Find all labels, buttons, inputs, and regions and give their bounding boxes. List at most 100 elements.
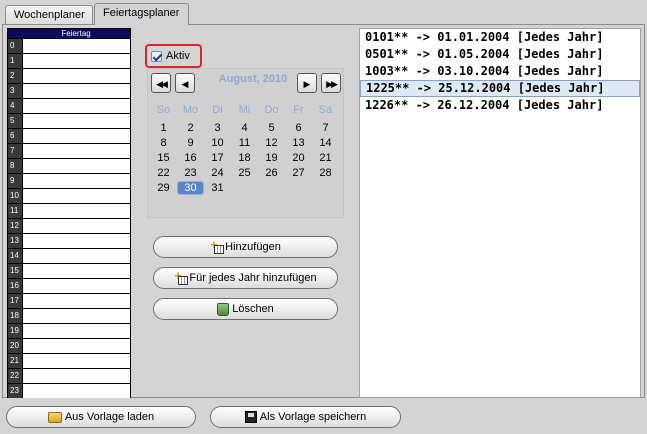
grid-cell[interactable] xyxy=(23,84,130,98)
calendar-day[interactable]: 16 xyxy=(177,152,204,164)
grid-row[interactable]: 22 xyxy=(8,368,130,383)
grid-row[interactable]: 16 xyxy=(8,278,130,293)
grid-row[interactable]: 18 xyxy=(8,308,130,323)
tab-feiertagsplaner[interactable]: Feiertagsplaner xyxy=(94,3,189,25)
calendar-day[interactable]: 15 xyxy=(150,152,177,164)
grid-row[interactable]: 20 xyxy=(8,338,130,353)
grid-cell[interactable] xyxy=(23,384,130,398)
grid-row[interactable]: 8 xyxy=(8,158,130,173)
grid-cell[interactable] xyxy=(23,324,130,338)
nav-prev-button[interactable]: ◀ xyxy=(175,73,195,93)
calendar-day[interactable]: 22 xyxy=(150,167,177,179)
grid-row[interactable]: 4 xyxy=(8,98,130,113)
calendar-day[interactable]: 30 xyxy=(177,181,204,195)
grid-cell[interactable] xyxy=(23,114,130,128)
grid-cell[interactable] xyxy=(23,264,130,278)
grid-row[interactable]: 6 xyxy=(8,128,130,143)
grid-cell[interactable] xyxy=(23,54,130,68)
calendar-day[interactable]: 31 xyxy=(204,182,231,194)
calendar-day[interactable]: 6 xyxy=(285,122,312,134)
calendar-day[interactable]: 29 xyxy=(150,182,177,194)
aktiv-checkbox-group[interactable]: Aktiv xyxy=(145,44,202,68)
calendar-day[interactable]: 12 xyxy=(258,137,285,149)
grid-row[interactable]: 11 xyxy=(8,203,130,218)
grid-row[interactable]: 2 xyxy=(8,68,130,83)
calendar-day[interactable]: 7 xyxy=(312,122,339,134)
calendar-day[interactable]: 11 xyxy=(231,137,258,149)
delete-button[interactable]: Löschen xyxy=(153,298,338,320)
grid-cell[interactable] xyxy=(23,129,130,143)
tab-bar: Wochenplaner Feiertagsplaner xyxy=(0,0,647,25)
calendar-day[interactable]: 19 xyxy=(258,152,285,164)
grid-row[interactable]: 7 xyxy=(8,143,130,158)
holiday-hour-grid[interactable]: Feiertag 0 1 2 3 4 5 6 7 8 9 10 11 12 13 14 15 16 17 18 19 2… xyxy=(7,28,131,398)
grid-cell[interactable] xyxy=(23,159,130,173)
grid-row[interactable]: 0 xyxy=(8,38,130,53)
calendar-day[interactable]: 3 xyxy=(204,122,231,134)
holiday-list[interactable]: 0101** -> 01.01.2004 [Jedes Jahr] 0501** … xyxy=(359,28,641,398)
calendar-day[interactable]: 25 xyxy=(231,167,258,179)
grid-cell[interactable] xyxy=(23,234,130,248)
calendar-day[interactable]: 27 xyxy=(285,167,312,179)
nav-first-button[interactable]: ◀◀ xyxy=(151,73,171,93)
grid-cell[interactable] xyxy=(23,99,130,113)
calendar-day[interactable]: 13 xyxy=(285,137,312,149)
grid-row[interactable]: 3 xyxy=(8,83,130,98)
grid-row[interactable]: 9 xyxy=(8,173,130,188)
grid-row[interactable]: 23 xyxy=(8,383,130,398)
list-item[interactable]: 1225** -> 25.12.2004 [Jedes Jahr] xyxy=(360,80,640,97)
calendar-day[interactable]: 23 xyxy=(177,167,204,179)
grid-cell[interactable] xyxy=(23,249,130,263)
grid-cell[interactable] xyxy=(23,189,130,203)
grid-cell[interactable] xyxy=(23,369,130,383)
grid-cell[interactable] xyxy=(23,279,130,293)
calendar-day[interactable]: 20 xyxy=(285,152,312,164)
grid-cell[interactable] xyxy=(23,294,130,308)
nav-last-button[interactable]: ▶▶ xyxy=(321,73,341,93)
grid-cell[interactable] xyxy=(23,144,130,158)
list-item[interactable]: 0101** -> 01.01.2004 [Jedes Jahr] xyxy=(360,29,640,46)
load-template-button[interactable]: Aus Vorlage laden xyxy=(6,406,196,428)
calendar-day[interactable]: 2 xyxy=(177,122,204,134)
calendar-day[interactable]: 9 xyxy=(177,137,204,149)
calendar-day[interactable]: 5 xyxy=(258,122,285,134)
grid-cell[interactable] xyxy=(23,174,130,188)
calendar-day[interactable]: 1 xyxy=(150,122,177,134)
grid-cell[interactable] xyxy=(23,219,130,233)
save-template-button[interactable]: Als Vorlage speichern xyxy=(210,406,401,428)
grid-row[interactable]: 19 xyxy=(8,323,130,338)
grid-row[interactable]: 14 xyxy=(8,248,130,263)
aktiv-checkbox[interactable] xyxy=(151,50,162,62)
nav-next-button[interactable]: ▶ xyxy=(297,73,317,93)
list-item[interactable]: 1226** -> 26.12.2004 [Jedes Jahr] xyxy=(360,97,640,114)
grid-cell[interactable] xyxy=(23,339,130,353)
calendar-day[interactable]: 10 xyxy=(204,137,231,149)
calendar-day[interactable]: 14 xyxy=(312,137,339,149)
grid-row[interactable]: 17 xyxy=(8,293,130,308)
calendar-day[interactable]: 18 xyxy=(231,152,258,164)
grid-cell[interactable] xyxy=(23,309,130,323)
calendar-day[interactable]: 21 xyxy=(312,152,339,164)
calendar-day[interactable]: 4 xyxy=(231,122,258,134)
grid-row[interactable]: 5 xyxy=(8,113,130,128)
grid-row[interactable]: 13 xyxy=(8,233,130,248)
grid-row[interactable]: 10 xyxy=(8,188,130,203)
calendar-day[interactable]: 8 xyxy=(150,137,177,149)
grid-cell[interactable] xyxy=(23,39,130,53)
grid-cell[interactable] xyxy=(23,354,130,368)
list-item[interactable]: 0501** -> 01.05.2004 [Jedes Jahr] xyxy=(360,46,640,63)
calendar-day[interactable]: 24 xyxy=(204,167,231,179)
tab-wochenplaner[interactable]: Wochenplaner xyxy=(5,5,93,25)
grid-row[interactable]: 21 xyxy=(8,353,130,368)
grid-row[interactable]: 15 xyxy=(8,263,130,278)
calendar-day[interactable]: 26 xyxy=(258,167,285,179)
list-item[interactable]: 1003** -> 03.10.2004 [Jedes Jahr] xyxy=(360,63,640,80)
grid-cell[interactable] xyxy=(23,204,130,218)
calendar-day[interactable]: 17 xyxy=(204,152,231,164)
grid-cell[interactable] xyxy=(23,69,130,83)
grid-row[interactable]: 12 xyxy=(8,218,130,233)
grid-row[interactable]: 1 xyxy=(8,53,130,68)
add-yearly-button[interactable]: Für jedes Jahr hinzufügen xyxy=(153,267,338,289)
add-button[interactable]: Hinzufügen xyxy=(153,236,338,258)
calendar-day[interactable]: 28 xyxy=(312,167,339,179)
